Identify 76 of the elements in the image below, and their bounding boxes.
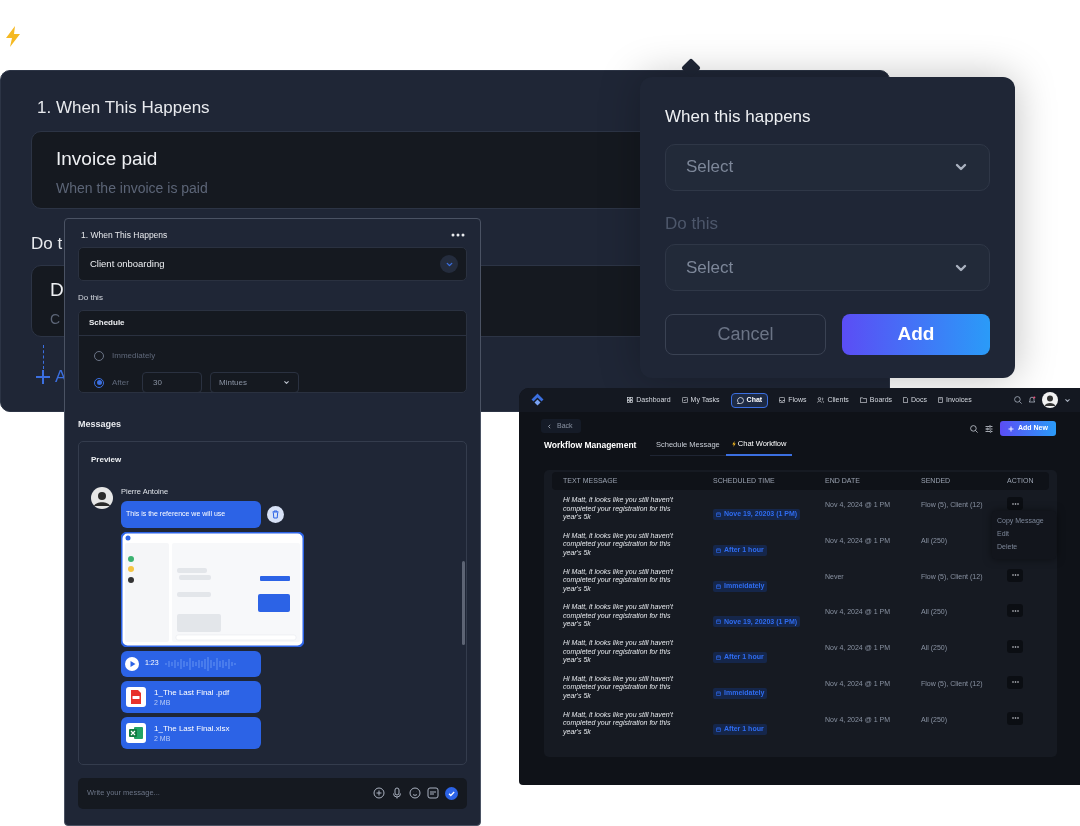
calendar-icon <box>716 583 721 589</box>
plus-circle-icon[interactable] <box>373 787 385 799</box>
document-icon <box>903 397 909 403</box>
section-label: Messages <box>78 418 123 431</box>
inbox-icon <box>779 397 786 403</box>
chat-bubble-icon <box>736 396 744 404</box>
add-button[interactable]: Add <box>842 314 990 355</box>
spreadsheet-file-icon <box>126 722 146 743</box>
calendar-icon <box>716 726 721 732</box>
plus-icon <box>1008 425 1014 432</box>
receipt-icon <box>938 397 943 403</box>
file-name: 1_The Last Final .pdf <box>154 686 230 698</box>
trigger-select[interactable]: Select <box>665 143 990 191</box>
more-button[interactable] <box>1007 640 1023 654</box>
more-icon <box>1011 681 1019 684</box>
users-icon <box>817 397 825 403</box>
chevron-down-icon <box>283 379 290 386</box>
more-button[interactable] <box>1007 497 1023 510</box>
card-title: Schedule <box>89 317 125 329</box>
folder-icon <box>859 397 867 403</box>
calendar-icon <box>716 691 721 696</box>
calendar-icon <box>716 655 721 661</box>
trigger-title: Invoice paid <box>56 147 159 171</box>
action-select[interactable]: Select <box>665 244 990 291</box>
card-title: Preview <box>91 453 123 466</box>
more-button[interactable] <box>1007 604 1023 618</box>
emoji-icon[interactable] <box>409 787 421 799</box>
avatar[interactable] <box>1042 392 1058 408</box>
send-icon[interactable] <box>445 786 458 800</box>
calendar-icon <box>716 547 721 553</box>
more-icon <box>1011 609 1019 612</box>
page-title: Workflow Management <box>544 438 638 452</box>
action-title: D <box>50 278 64 302</box>
more-icon <box>1011 645 1019 648</box>
checkbox-icon <box>681 397 688 403</box>
calendar-icon <box>716 619 721 625</box>
more-icon <box>1011 502 1019 505</box>
play-icon[interactable] <box>125 656 139 671</box>
pdf-file-icon <box>126 686 146 707</box>
trash-icon[interactable] <box>267 505 284 523</box>
scrollbar[interactable] <box>462 560 465 645</box>
calendar-icon <box>716 512 721 517</box>
action-subtitle: C <box>50 309 61 329</box>
trigger-select[interactable]: Client onboarding <box>78 247 467 281</box>
grid-icon <box>627 397 634 403</box>
cancel-button[interactable]: Cancel <box>665 314 826 355</box>
chevron-down-icon <box>1064 396 1071 404</box>
microphone-icon[interactable] <box>391 787 403 799</box>
filter-icon[interactable] <box>985 424 993 433</box>
waveform-icon <box>164 655 237 672</box>
chevron-left-icon <box>547 423 552 429</box>
search-icon[interactable] <box>970 424 978 433</box>
gif-icon[interactable] <box>427 787 439 799</box>
field-label: When this happens <box>665 106 812 128</box>
more-icon[interactable] <box>451 233 465 237</box>
more-button[interactable] <box>1007 676 1023 689</box>
unit-select[interactable]: Mintues <box>210 372 299 393</box>
radio-label: After <box>112 377 130 388</box>
file-name: 1_The Last Final.xlsx <box>154 722 230 734</box>
step-title: 1. When This Happens <box>37 97 210 119</box>
section-label: Do t <box>31 233 63 255</box>
bell-icon[interactable] <box>1028 396 1036 404</box>
more-icon <box>1011 717 1019 720</box>
radio-label: Immediately <box>112 350 156 361</box>
search-icon[interactable] <box>1014 396 1022 404</box>
more-button[interactable] <box>1007 568 1023 582</box>
amount-field[interactable]: 30 <box>142 372 202 393</box>
section-label: Do this <box>78 292 104 304</box>
step-title: 1. When This Happens <box>81 228 168 242</box>
more-button[interactable] <box>1007 711 1023 725</box>
trigger-subtitle: When the invoice is paid <box>56 178 209 198</box>
logo-icon[interactable] <box>531 393 544 406</box>
lightning-icon <box>731 440 736 447</box>
avatar <box>91 486 113 509</box>
more-icon <box>1011 574 1019 577</box>
lightning-icon <box>5 26 21 47</box>
